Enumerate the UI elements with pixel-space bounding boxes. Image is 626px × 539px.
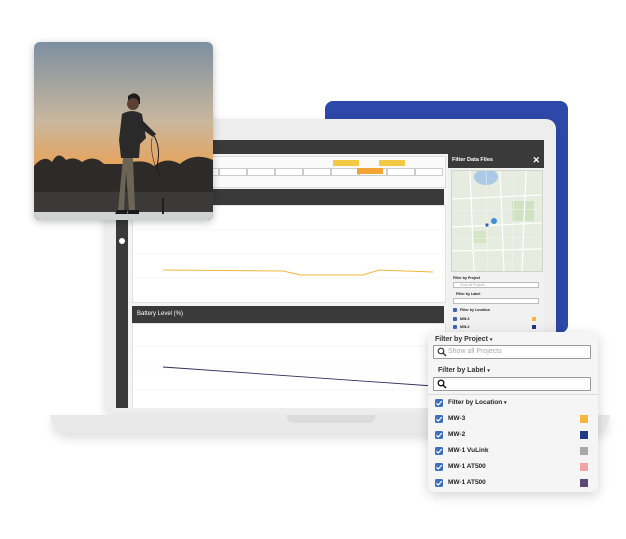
timeline-marker[interactable] <box>333 160 359 166</box>
battery-chart-panel <box>132 323 446 408</box>
map-graphic <box>452 171 542 271</box>
filter-location-row[interactable]: Filter by Location ▾ <box>428 395 598 411</box>
mini-color-swatch <box>532 317 536 321</box>
timeline-cell[interactable] <box>219 168 247 176</box>
mini-item-label: MW-3 <box>460 317 470 321</box>
timeline-cell[interactable] <box>331 168 359 176</box>
location-checkbox[interactable] <box>435 463 443 471</box>
filter-project-label: Filter by Project ▾ <box>435 336 493 343</box>
timeline-cell[interactable] <box>387 168 415 176</box>
mini-checkbox[interactable] <box>453 325 457 329</box>
battery-chart-svg <box>133 345 445 391</box>
chart-series-line <box>162 269 434 276</box>
checkmark-icon <box>436 448 443 454</box>
mini-color-swatch <box>532 325 536 329</box>
location-item[interactable]: MW-3 <box>428 411 598 427</box>
checkmark-icon <box>436 464 443 470</box>
battery-series-line <box>162 366 434 387</box>
label-search-input[interactable] <box>433 377 591 391</box>
location-item[interactable]: MW-1 VuLink <box>428 443 598 459</box>
color-swatch <box>580 447 588 455</box>
mini-location-label: Filter by Location <box>460 308 490 312</box>
timeline-cell[interactable] <box>303 168 331 176</box>
location-item[interactable]: MW-1 AT500 <box>428 475 598 491</box>
location-name: MW-2 <box>448 431 466 438</box>
mini-project-label: Filter by Project <box>453 276 481 280</box>
color-swatch <box>580 431 588 439</box>
checkmark-icon <box>436 432 443 438</box>
timeline-cell[interactable] <box>415 168 443 176</box>
location-name: MW-1 VuLink <box>448 447 489 454</box>
mini-project-input[interactable]: Show all Projects <box>453 282 539 288</box>
map-pin-icon[interactable] <box>491 218 497 224</box>
color-swatch <box>580 479 588 487</box>
location-checkbox[interactable] <box>435 431 443 439</box>
chevron-down-icon[interactable]: ▾ <box>490 337 493 343</box>
mini-location-checkbox[interactable] <box>453 308 457 312</box>
checkmark-icon <box>436 400 443 406</box>
color-swatch <box>580 463 588 471</box>
location-checkbox[interactable] <box>435 479 443 487</box>
timeline-cell[interactable] <box>275 168 303 176</box>
timeline-selected-range[interactable] <box>357 168 383 174</box>
location-checkbox[interactable] <box>435 399 443 407</box>
location-item[interactable]: MW-1 AT500 <box>428 459 598 475</box>
close-icon[interactable]: ✕ <box>532 152 540 168</box>
field-technician-photo <box>34 42 213 220</box>
mini-checkbox[interactable] <box>453 317 457 321</box>
project-search-input[interactable]: Show all Projects <box>433 345 591 359</box>
line-chart-svg <box>133 229 445 279</box>
battery-panel-header: Battery Level (%) <box>132 306 444 323</box>
mini-item-label: MW-2 <box>460 325 470 329</box>
filter-panel-title: Filter Data Files <box>452 157 493 163</box>
checkmark-icon <box>436 480 443 486</box>
search-icon <box>437 347 447 357</box>
photo-illustration <box>34 42 213 220</box>
timeline-marker[interactable] <box>379 160 405 166</box>
color-swatch <box>580 415 588 423</box>
checkmark-icon <box>436 416 443 422</box>
location-name: MW-1 AT500 <box>448 463 486 470</box>
sidebar-dot-icon[interactable] <box>119 238 125 244</box>
location-item[interactable]: MW-2 <box>428 427 598 443</box>
project-search-placeholder: Show all Projects <box>448 348 502 355</box>
filter-popup: Filter by Project ▾ Show all Projects Fi… <box>428 332 598 492</box>
chevron-down-icon[interactable]: ▾ <box>504 400 507 406</box>
filter-panel-header: Filter Data Files ✕ <box>448 152 544 168</box>
mini-label-input[interactable] <box>453 298 539 304</box>
location-checkbox[interactable] <box>435 447 443 455</box>
chevron-down-icon[interactable]: ▾ <box>487 368 490 374</box>
timeline-cell[interactable] <box>247 168 275 176</box>
location-name: MW-1 AT500 <box>448 479 486 486</box>
location-name: MW-3 <box>448 415 466 422</box>
filter-label-label: Filter by Label ▾ <box>438 367 490 374</box>
mini-label-label: Filter by Label <box>456 292 481 296</box>
search-icon <box>437 379 447 389</box>
filter-location-label: Filter by Location ▾ <box>448 399 507 406</box>
laptop-notch <box>287 415 375 423</box>
location-map[interactable] <box>451 170 543 272</box>
location-checkbox[interactable] <box>435 415 443 423</box>
